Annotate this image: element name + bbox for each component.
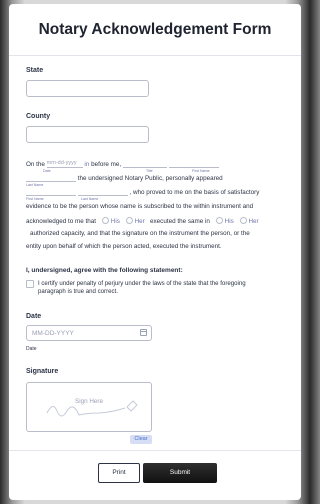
county-label: County bbox=[26, 113, 51, 120]
ack-line-5: acknowledged to me that His Her executed… bbox=[26, 217, 259, 225]
ack-line-7: entity upon behalf of which the person a… bbox=[26, 243, 222, 250]
state-input[interactable] bbox=[26, 80, 149, 97]
signer-first-name-input[interactable] bbox=[26, 188, 76, 196]
notary-last-name-input[interactable] bbox=[26, 174, 76, 182]
signature-placeholder-icon bbox=[46, 400, 138, 417]
date-input[interactable]: MM-DD-YYYY bbox=[26, 325, 152, 341]
agree-label: I, undersigned, agree with the following… bbox=[26, 267, 183, 274]
his-radio[interactable] bbox=[101, 217, 109, 224]
county-input[interactable] bbox=[26, 126, 149, 143]
his-radio-2[interactable] bbox=[215, 217, 223, 224]
print-button[interactable]: Print bbox=[98, 463, 140, 483]
last-name-sublabel: Last Name bbox=[26, 183, 44, 187]
page-title: Notary Acknowledgement Form bbox=[38, 20, 272, 38]
last-name-sublabel-2: Last Name bbox=[81, 197, 99, 201]
notary-title-input[interactable] bbox=[122, 160, 167, 168]
date-label: Date bbox=[26, 313, 42, 320]
form-card: Notary Acknowledgement Form State County… bbox=[9, 4, 301, 500]
submit-button[interactable]: Submit bbox=[143, 463, 217, 483]
sign-here-text: Sign Here bbox=[75, 398, 104, 405]
form-header: Notary Acknowledgement Form bbox=[9, 4, 301, 56]
ack-line-2: the undersigned Notary Public, personall… bbox=[26, 174, 294, 182]
certify-checkbox[interactable] bbox=[26, 280, 34, 288]
notary-first-name-input[interactable] bbox=[168, 160, 219, 168]
first-name-sublabel-2: First Name bbox=[26, 197, 44, 201]
signature-label: Signature bbox=[26, 368, 59, 375]
calendar-icon[interactable] bbox=[140, 329, 147, 336]
ack-line-4: evidence to be the person whose name is … bbox=[26, 203, 254, 210]
date-sublabel-2: Date bbox=[26, 346, 37, 352]
signer-last-name-input[interactable] bbox=[77, 188, 128, 196]
ack-line-1: On the mm-dd-yyyy in before me, bbox=[26, 160, 294, 168]
her-radio-2[interactable] bbox=[239, 217, 247, 224]
state-label: State bbox=[26, 67, 44, 74]
ack-line-3: , who proved to me on the basis of satis… bbox=[26, 188, 294, 196]
title-sublabel: Title bbox=[146, 169, 153, 173]
her-radio[interactable] bbox=[125, 217, 133, 224]
ack-date-input[interactable]: mm-dd-yyyy bbox=[46, 160, 83, 168]
certify-text: I certify under penalty of perjury under… bbox=[38, 280, 246, 295]
clear-signature-button[interactable]: Clear bbox=[130, 435, 152, 444]
signature-pad[interactable]: Sign Here bbox=[26, 382, 152, 432]
date-sublabel: Date bbox=[43, 169, 51, 173]
first-name-sublabel: First Name bbox=[192, 169, 210, 173]
ack-line-6: authorized capacity, and that the signat… bbox=[30, 230, 250, 237]
